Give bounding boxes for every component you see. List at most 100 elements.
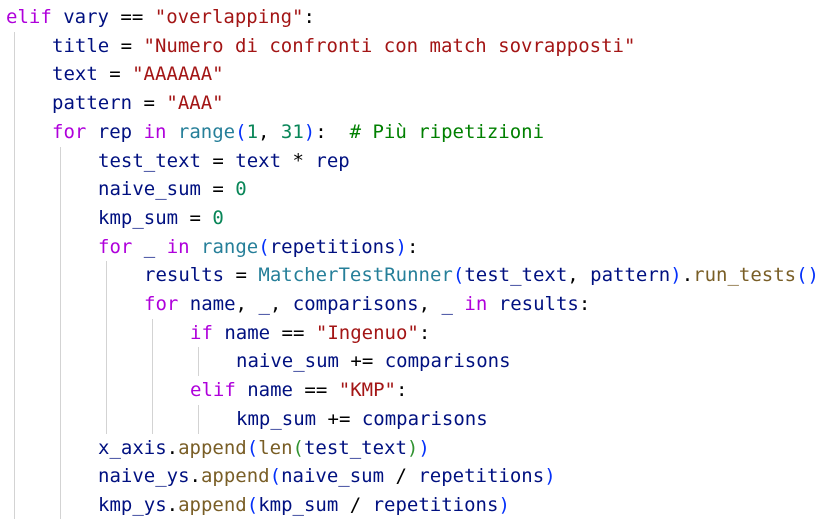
code-line[interactable]: for rep in range(1, 31): # Più ripetizio… bbox=[52, 118, 544, 146]
code-editor[interactable]: elif vary == "overlapping": title = "Nume… bbox=[0, 0, 831, 519]
code-token: _ bbox=[143, 235, 156, 258]
code-token: # Più ripetizioni bbox=[349, 120, 545, 143]
code-line[interactable]: kmp_sum += comparisons bbox=[236, 405, 488, 433]
code-line[interactable]: naive_sum = 0 bbox=[98, 175, 247, 203]
code-token: ) bbox=[544, 465, 556, 488]
code-token: kmp_ys bbox=[98, 493, 167, 516]
code-token: len bbox=[258, 436, 293, 459]
code-token: repetitions bbox=[418, 465, 545, 488]
code-token: append bbox=[200, 465, 270, 488]
indent-guide bbox=[60, 490, 61, 519]
code-token: 0 bbox=[235, 178, 247, 201]
code-token: = bbox=[132, 92, 167, 115]
code-token: for bbox=[52, 120, 87, 143]
indent-guide bbox=[152, 404, 153, 434]
code-token: . bbox=[681, 264, 694, 287]
code-token: ( bbox=[246, 493, 259, 516]
indent-guide bbox=[198, 404, 199, 434]
code-token: naive_ys bbox=[98, 465, 190, 488]
code-token: = bbox=[224, 264, 259, 287]
code-token: elif bbox=[190, 379, 236, 402]
code-token: text bbox=[52, 63, 98, 86]
code-line[interactable]: text = "AAAAAA" bbox=[52, 60, 224, 88]
code-token: for bbox=[98, 235, 133, 258]
code-token: kmp_sum bbox=[258, 493, 339, 516]
code-token: / bbox=[384, 465, 419, 488]
code-line[interactable]: if name == "Ingenuo": bbox=[190, 319, 430, 347]
code-line[interactable]: kmp_ys.append(kmp_sum / repetitions) bbox=[98, 491, 510, 519]
code-token: "AAA" bbox=[166, 92, 224, 115]
code-token: = bbox=[97, 63, 133, 86]
indent-guide bbox=[152, 318, 153, 348]
code-token: = bbox=[109, 34, 144, 57]
code-token: ) bbox=[303, 120, 316, 143]
indent-guide bbox=[14, 117, 15, 147]
code-token: , bbox=[235, 293, 259, 315]
code-token: in bbox=[166, 235, 190, 258]
code-line[interactable]: for name, _, comparisons, _ in results: bbox=[144, 290, 590, 318]
indent-guide bbox=[60, 203, 61, 233]
code-token: "overlapping" bbox=[154, 6, 304, 28]
indent-guide bbox=[14, 347, 15, 377]
code-token: += bbox=[338, 350, 385, 373]
code-line[interactable]: kmp_sum = 0 bbox=[98, 204, 224, 232]
code-token: name bbox=[247, 379, 293, 402]
code-token: repetitions bbox=[372, 493, 499, 516]
code-token: == bbox=[270, 321, 316, 344]
code-token: name bbox=[189, 293, 236, 315]
indent-guide bbox=[14, 31, 15, 61]
code-token: range bbox=[177, 120, 236, 143]
code-token: run_tests bbox=[693, 264, 797, 287]
code-token: title bbox=[52, 34, 110, 57]
code-token: ( bbox=[246, 436, 259, 459]
code-token: / bbox=[338, 493, 373, 516]
code-token: for bbox=[144, 293, 179, 315]
indent-guide bbox=[60, 404, 61, 434]
code-token: = bbox=[200, 178, 236, 201]
code-token: , bbox=[418, 293, 442, 315]
indent-guide bbox=[60, 261, 61, 291]
indent-guide bbox=[60, 433, 61, 463]
code-line[interactable]: title = "Numero di confronti con match s… bbox=[52, 32, 635, 60]
code-line[interactable]: for _ in range(repetitions): bbox=[98, 233, 418, 261]
code-token: ) bbox=[395, 235, 407, 258]
code-token: == bbox=[108, 6, 155, 28]
indent-guide bbox=[198, 347, 199, 377]
indent-guide bbox=[14, 232, 15, 262]
code-token: : bbox=[418, 321, 431, 344]
indent-guide bbox=[14, 404, 15, 434]
code-token: () bbox=[796, 264, 819, 287]
code-token: rep bbox=[315, 149, 350, 172]
code-token: ( bbox=[452, 264, 465, 287]
code-token: : bbox=[406, 235, 419, 258]
code-line[interactable]: elif vary == "overlapping": bbox=[6, 3, 315, 31]
code-token: comparisons bbox=[292, 293, 419, 315]
code-line[interactable]: x_axis.append(len(test_text)) bbox=[98, 434, 430, 462]
indent-guide bbox=[14, 89, 15, 119]
code-line[interactable]: naive_sum += comparisons bbox=[236, 347, 511, 375]
code-line[interactable]: elif name == "KMP": bbox=[190, 376, 407, 404]
indent-guide bbox=[14, 261, 15, 291]
code-token: name bbox=[224, 321, 271, 344]
indent-guide bbox=[106, 318, 107, 348]
code-token: , bbox=[258, 120, 281, 143]
indent-guide bbox=[152, 347, 153, 377]
code-token: == bbox=[292, 379, 339, 402]
code-line[interactable]: results = MatcherTestRunner(test_text, p… bbox=[144, 261, 819, 289]
code-token: MatcherTestRunner bbox=[258, 264, 453, 287]
code-line[interactable]: pattern = "AAA" bbox=[52, 89, 224, 117]
code-token: ( bbox=[292, 436, 304, 459]
code-token: 31 bbox=[280, 120, 304, 143]
indent-guide bbox=[106, 347, 107, 377]
code-line[interactable]: naive_ys.append(naive_sum / repetitions) bbox=[98, 462, 556, 490]
code-line[interactable]: test_text = text * rep bbox=[98, 147, 350, 175]
code-token: repetitions bbox=[269, 235, 396, 258]
